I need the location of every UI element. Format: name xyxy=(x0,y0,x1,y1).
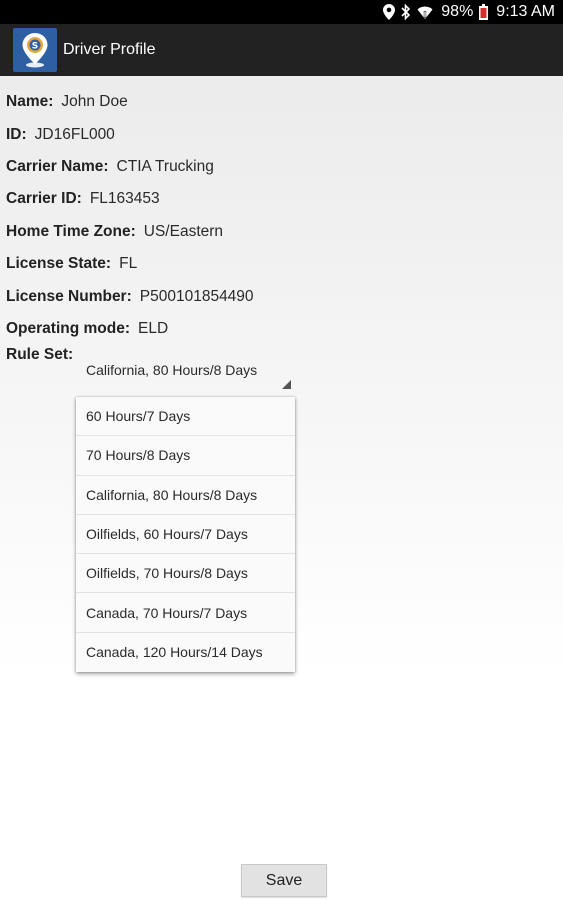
field-value: FL163453 xyxy=(89,190,160,208)
battery-icon xyxy=(479,4,489,20)
field-carrier-name: Carrier Name: CTIA Trucking xyxy=(6,151,556,183)
field-name: Name: John Doe xyxy=(6,86,556,118)
wifi-icon xyxy=(417,4,433,20)
field-id: ID: JD16FL000 xyxy=(6,118,556,150)
field-label: Home Time Zone: xyxy=(6,222,136,240)
field-carrier-id: Carrier ID: FL163453 xyxy=(6,183,556,215)
field-value: CTIA Trucking xyxy=(116,157,214,175)
field-value: JD16FL000 xyxy=(34,125,115,143)
field-operating-mode: Operating mode: ELD xyxy=(6,313,556,345)
field-label: Operating mode: xyxy=(6,319,131,337)
clock: 9:13 AM xyxy=(496,3,555,20)
dropdown-item[interactable]: Canada, 120 Hours/14 Days xyxy=(76,633,295,672)
field-value: P500101854490 xyxy=(139,287,254,305)
field-label: Carrier ID: xyxy=(6,190,82,208)
field-label: Carrier Name: xyxy=(6,157,109,175)
dropdown-item[interactable]: 60 Hours/7 Days xyxy=(76,397,295,437)
field-label: Name: xyxy=(6,93,54,111)
location-icon xyxy=(383,4,396,20)
rule-set-selected-value: California, 80 Hours/8 Days xyxy=(86,362,258,378)
field-license-number: License Number: P500101854490 xyxy=(6,280,556,312)
action-bar: S Driver Profile xyxy=(0,24,563,76)
field-label: License State: xyxy=(6,255,112,273)
svg-text:S: S xyxy=(32,42,38,52)
field-label: License Number: xyxy=(6,287,132,305)
dropdown-item[interactable]: Oilfields, 60 Hours/7 Days xyxy=(76,515,295,555)
page-title: Driver Profile xyxy=(63,41,156,58)
field-value: John Doe xyxy=(61,93,128,111)
rule-set-label: Rule Set: xyxy=(6,346,74,363)
dropdown-item[interactable]: 70 Hours/8 Days xyxy=(76,436,295,476)
field-license-state: License State: FL xyxy=(6,248,556,280)
save-button[interactable]: Save xyxy=(241,864,327,897)
field-value: US/Eastern xyxy=(143,222,224,240)
profile-fields: Name: John Doe ID: JD16FL000 Carrier Nam… xyxy=(6,86,556,345)
field-value: ELD xyxy=(138,319,169,337)
field-label: ID: xyxy=(6,125,27,143)
app-location-pin-icon[interactable]: S xyxy=(13,28,57,72)
bluetooth-icon xyxy=(401,4,411,20)
dropdown-item[interactable]: California, 80 Hours/8 Days xyxy=(76,476,295,515)
field-home-time-zone: Home Time Zone: US/Eastern xyxy=(6,216,556,248)
rule-set-dropdown: 60 Hours/7 Days 70 Hours/8 Days Californ… xyxy=(76,397,295,673)
field-value: FL xyxy=(119,255,138,273)
status-bar: 98% 9:13 AM xyxy=(0,0,563,24)
dropdown-item[interactable]: Oilfields, 70 Hours/8 Days xyxy=(76,554,295,594)
battery-percent: 98% xyxy=(441,3,474,20)
rule-set-spinner[interactable]: California, 80 Hours/8 Days xyxy=(75,354,291,392)
dropdown-item[interactable]: Canada, 70 Hours/7 Days xyxy=(76,593,295,633)
spinner-arrow-icon xyxy=(282,376,291,392)
